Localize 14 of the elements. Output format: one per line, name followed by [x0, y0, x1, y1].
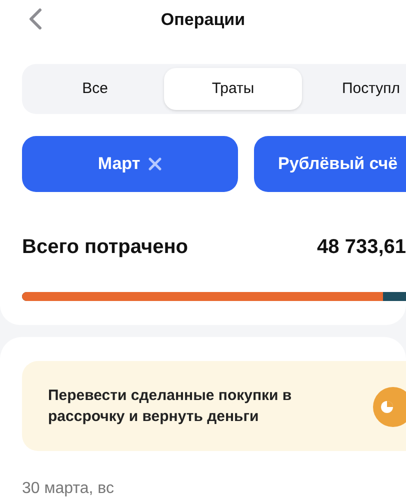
promo-banner[interactable]: Перевести сделанные покупки в рассрочку и вернуть деньги — [22, 361, 406, 451]
filter-tab[interactable]: Поступл — [302, 68, 406, 110]
filter-chip[interactable]: Март — [22, 136, 238, 192]
back-icon[interactable] — [28, 8, 42, 30]
filter-tab[interactable]: Все — [26, 68, 164, 110]
total-amount: 48 733,61 — [317, 235, 406, 260]
filter-tab[interactable]: Траты — [164, 68, 302, 110]
filter-chip[interactable]: Рублёвый счё — [254, 136, 406, 192]
total-label: Всего потрачено — [22, 235, 188, 260]
pie-chart-icon — [373, 387, 406, 427]
promo-text: Перевести сделанные покупки в рассрочку и вернуть деньги — [48, 386, 293, 427]
date-heading: 30 марта, вс — [22, 479, 115, 499]
close-icon[interactable] — [148, 157, 162, 171]
screen-title: Операции — [160, 9, 246, 32]
